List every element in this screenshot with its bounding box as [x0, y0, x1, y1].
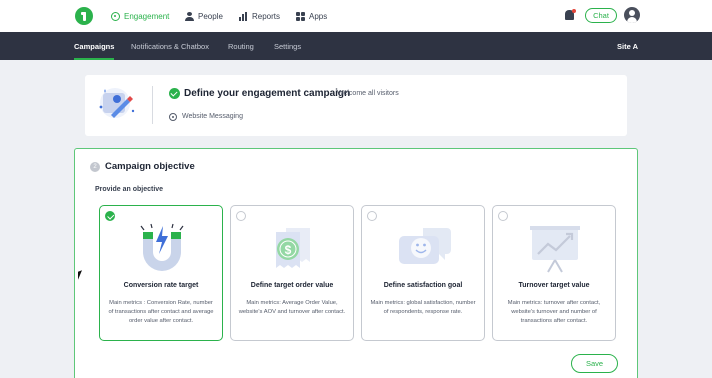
target-icon: [169, 113, 177, 121]
save-button[interactable]: Save: [571, 354, 618, 373]
growth-chart-icon: [530, 226, 580, 273]
notification-dot: [572, 9, 576, 13]
nav-engagement[interactable]: Engagement: [106, 0, 175, 32]
user-avatar[interactable]: [624, 7, 640, 23]
svg-text:$: $: [285, 243, 292, 257]
reports-icon: [239, 11, 248, 21]
app-logo[interactable]: [75, 7, 93, 25]
nav-apps[interactable]: Apps: [296, 0, 327, 32]
radio-icon[interactable]: [236, 211, 246, 221]
provide-objective-label: Provide an objective: [95, 186, 164, 193]
smiley-chat-icon: [399, 228, 451, 264]
tab-settings[interactable]: Settings: [274, 32, 301, 60]
mouse-cursor-icon: [78, 270, 82, 280]
nav-reports-label: Reports: [252, 11, 281, 21]
campaign-illustration-icon: [99, 88, 135, 118]
step-number: 2: [90, 162, 100, 172]
objective-title: Campaign objective: [105, 161, 195, 172]
nav-apps-label: Apps: [309, 11, 328, 21]
campaign-objective-panel: 2 Campaign objective Provide an objectiv…: [74, 148, 638, 378]
nav-people[interactable]: People: [185, 0, 223, 32]
objective-card-conversion[interactable]: Conversion rate target Main metrics : Co…: [99, 205, 223, 341]
nav-reports[interactable]: Reports: [239, 0, 280, 32]
magnet-icon: [140, 223, 184, 271]
card-title: Define target order value: [250, 282, 334, 289]
site-selector[interactable]: Site A: [617, 32, 638, 60]
card-title: Turnover target value: [518, 282, 590, 289]
radio-icon[interactable]: [367, 211, 377, 221]
define-campaign-subtitle: Welcome all visitors: [337, 90, 399, 97]
completed-check-icon: [169, 88, 180, 99]
nav-people-label: People: [198, 11, 223, 21]
tab-campaigns[interactable]: Campaigns: [74, 32, 115, 60]
vertical-divider: [152, 86, 153, 124]
card-description: Main metrics : Conversion Rate, number o…: [108, 300, 214, 324]
channel-label: Website Messaging: [182, 113, 243, 120]
card-title: Conversion rate target: [123, 282, 199, 289]
top-navigation: Engagement People Reports Apps Chat: [0, 0, 712, 32]
receipt-dollar-icon: $: [276, 228, 310, 268]
objective-card-order-value[interactable]: $ Define target order value Main metrics…: [230, 205, 354, 341]
radio-selected-icon[interactable]: [105, 211, 115, 221]
objective-card-satisfaction[interactable]: Define satisfaction goal Main metrics: g…: [361, 205, 485, 341]
card-description: Main metrics: turnover after contact, we…: [507, 300, 601, 324]
card-description: Main metrics: Average Order Value, websi…: [238, 300, 346, 315]
tab-notifications-chatbox[interactable]: Notifications & Chatbox: [131, 32, 209, 60]
define-campaign-card: Define your engagement campaign Welcome …: [85, 75, 627, 136]
card-description: Main metrics: global satisfaction, numbe…: [370, 300, 476, 315]
define-campaign-title: Define your engagement campaign: [184, 88, 351, 99]
sub-navigation: Campaigns Notifications & Chatbox Routin…: [0, 32, 712, 60]
chat-button[interactable]: Chat: [585, 8, 617, 23]
engagement-icon: [111, 11, 120, 21]
nav-engagement-label: Engagement: [124, 11, 170, 21]
people-icon: [185, 11, 194, 21]
tab-routing[interactable]: Routing: [228, 32, 254, 60]
card-title: Define satisfaction goal: [383, 282, 463, 289]
objective-card-turnover[interactable]: Turnover target value Main metrics: turn…: [492, 205, 616, 341]
apps-icon: [296, 11, 305, 21]
radio-icon[interactable]: [498, 211, 508, 221]
